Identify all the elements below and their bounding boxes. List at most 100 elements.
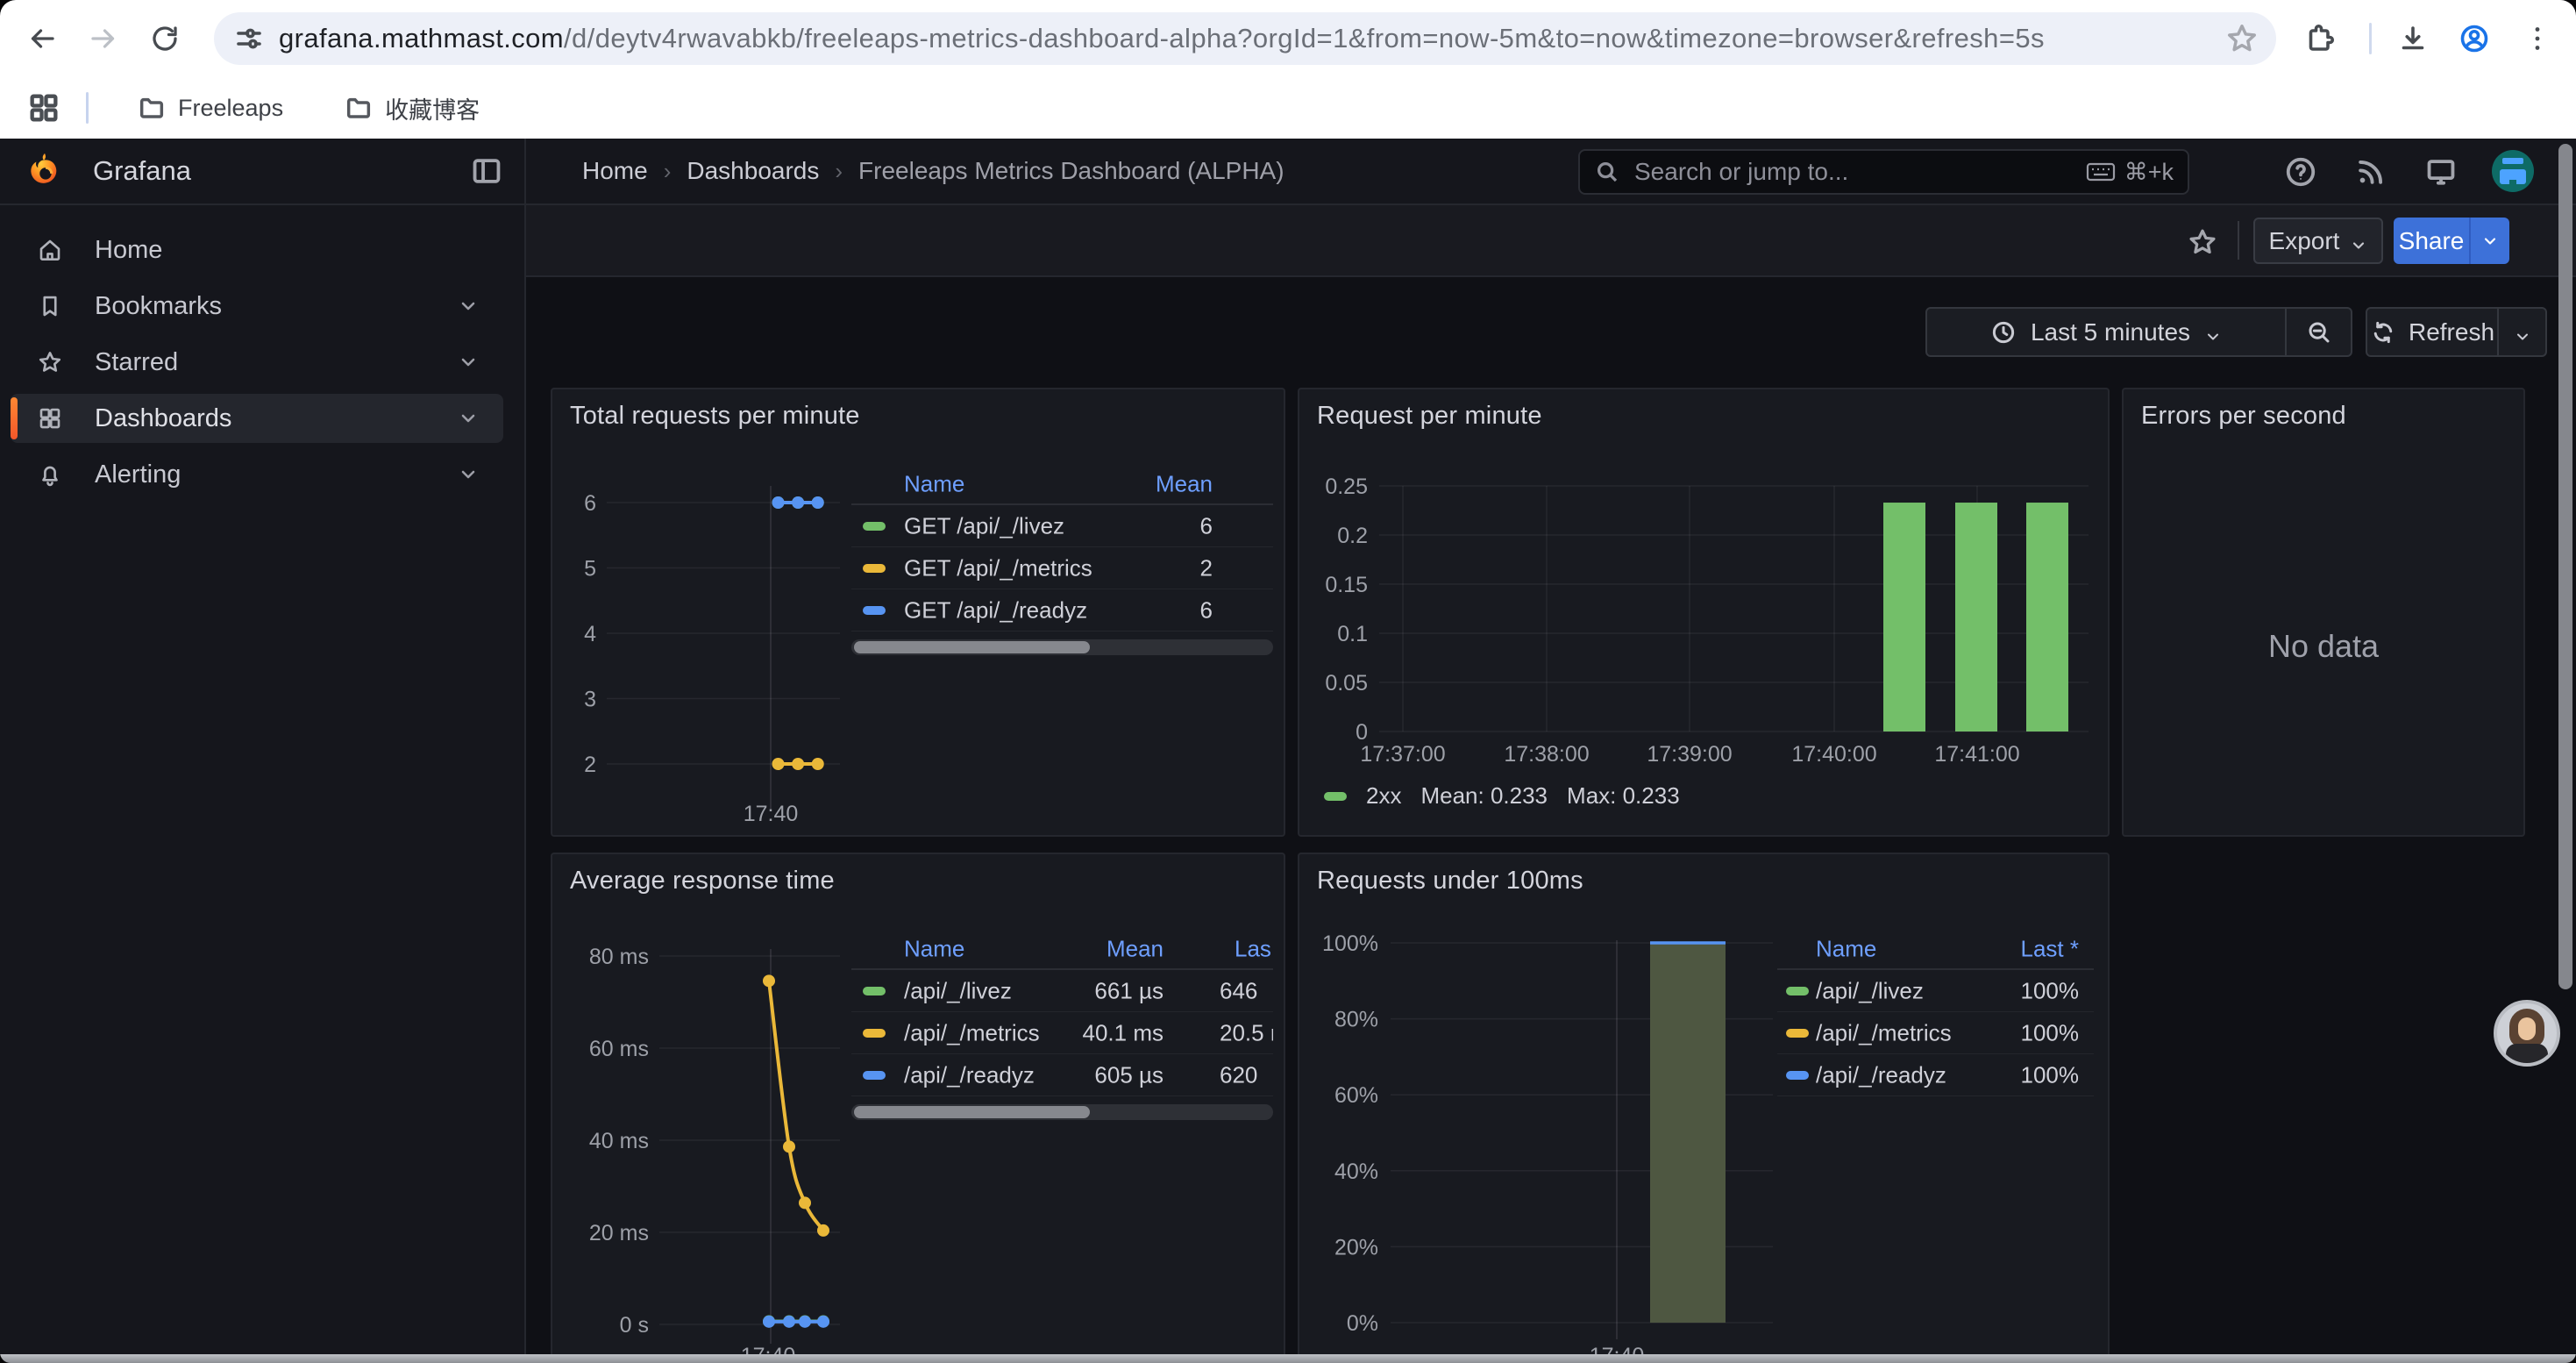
series-name[interactable]: /api/_/metrics xyxy=(904,1019,1040,1046)
legend-row[interactable]: GET /api/_/livez6 xyxy=(851,505,1273,547)
bookmark-folder-blogs[interactable]: 收藏博客 xyxy=(332,84,492,132)
panel-title[interactable]: Total requests per minute xyxy=(570,402,860,431)
line-chart[interactable]: 80 ms60 ms40 ms20 ms0 s17:40 xyxy=(570,931,850,1354)
chevron-down-icon[interactable] xyxy=(458,408,479,429)
legend-column-header[interactable]: Name xyxy=(1816,936,1876,963)
favorite-dashboard-button[interactable] xyxy=(2187,226,2218,258)
legend-row[interactable]: GET /api/_/metrics2 xyxy=(851,547,1273,589)
legend-column-header[interactable]: Name xyxy=(904,936,964,963)
screen: grafana.mathmast.com/d/deytv4rwavabkb/fr… xyxy=(0,0,2576,1363)
display-button[interactable] xyxy=(2422,153,2460,191)
arrow-left-icon xyxy=(26,23,58,54)
legend-row[interactable]: /api/_/readyz100% xyxy=(1777,1054,2094,1096)
series-name[interactable]: /api/_/metrics xyxy=(1816,1019,1952,1046)
area-chart[interactable]: 100%80%60%40%20%0%17:40 xyxy=(1317,931,1825,1354)
refresh-interval-button[interactable] xyxy=(2499,307,2547,357)
share-button[interactable]: Share xyxy=(2394,218,2469,264)
site-settings-icon[interactable] xyxy=(233,23,265,54)
monitor-icon xyxy=(2424,155,2458,189)
grafana-logo[interactable] xyxy=(25,151,65,191)
search-input[interactable]: ⌘+k xyxy=(1578,149,2189,195)
refresh-icon xyxy=(2370,319,2396,346)
collapse-sidebar-button[interactable] xyxy=(470,154,503,188)
legend-row[interactable]: /api/_/metrics40.1 ms20.5 r xyxy=(851,1012,1273,1054)
panel-title[interactable]: Errors per second xyxy=(2141,402,2346,431)
help-button[interactable] xyxy=(2281,153,2320,191)
panel-total-requests-per-minute: Total requests per minute 6543217:40 Nam… xyxy=(551,388,1285,837)
export-button[interactable]: Export xyxy=(2253,218,2383,264)
legend-column-header[interactable]: Las xyxy=(1235,936,1271,963)
series-name[interactable]: /api/_/livez xyxy=(904,977,1012,1004)
series-value: 100% xyxy=(2021,977,2080,1004)
svg-text:17:39:00: 17:39:00 xyxy=(1647,742,1732,767)
panel-average-response-time: Average response time 80 ms60 ms40 ms20 … xyxy=(551,853,1285,1354)
page-scrollbar[interactable] xyxy=(2558,144,2572,989)
browser-menu-button[interactable] xyxy=(2518,19,2557,58)
series-name[interactable]: GET /api/_/livez xyxy=(904,512,1064,539)
svg-text:0.15: 0.15 xyxy=(1325,573,1368,597)
series-name[interactable]: /api/_/readyz xyxy=(1816,1061,1946,1088)
bookmark-star-icon[interactable] xyxy=(2225,22,2259,55)
time-range-picker[interactable]: Last 5 minutes xyxy=(1925,307,2287,357)
news-button[interactable] xyxy=(2352,153,2390,191)
series-mean: Mean: 0.233 xyxy=(1420,782,1548,810)
series-name[interactable]: /api/_/livez xyxy=(1816,977,1924,1004)
chevron-down-icon[interactable] xyxy=(458,296,479,317)
sidebar-item-label: Bookmarks xyxy=(95,292,222,321)
legend-row[interactable]: GET /api/_/readyz6 xyxy=(851,589,1273,632)
legend-horizontal-scrollbar[interactable] xyxy=(851,639,1273,655)
floating-assistant-avatar[interactable] xyxy=(2494,1000,2560,1067)
chevron-down-icon[interactable] xyxy=(458,464,479,485)
folder-icon xyxy=(345,94,373,122)
svg-text:20%: 20% xyxy=(1334,1235,1378,1260)
legend-column-header[interactable]: Mean xyxy=(1156,471,1213,498)
reload-icon xyxy=(149,23,181,54)
legend-row[interactable]: /api/_/readyz605 µs620 xyxy=(851,1054,1273,1096)
legend-row[interactable]: /api/_/metrics100% xyxy=(1777,1012,2094,1054)
line-chart[interactable]: 6543217:40 xyxy=(570,467,850,831)
bar-chart[interactable]: 0.250.20.150.10.05017:37:0017:38:0017:39… xyxy=(1313,467,2097,826)
forward-button[interactable] xyxy=(81,16,126,61)
reload-button[interactable] xyxy=(142,16,188,61)
share-menu-button[interactable] xyxy=(2469,218,2509,264)
breadcrumb-home[interactable]: Home xyxy=(582,157,648,185)
sidebar-item-bookmarks[interactable]: Bookmarks xyxy=(11,282,503,331)
legend-column-header[interactable]: Mean xyxy=(1107,936,1163,963)
legend-column-header[interactable]: Last * xyxy=(2021,936,2080,963)
apps-grid-button[interactable] xyxy=(26,90,61,125)
scrollbar-thumb[interactable] xyxy=(854,1106,1090,1118)
sidebar-item-home[interactable]: Home xyxy=(11,225,503,275)
legend-table: Name Mean Las/api/_/livez661 µs646/api/_/m… xyxy=(851,930,1273,1120)
sidebar-item-alerting[interactable]: Alerting xyxy=(11,450,503,499)
legend-column-header[interactable]: Name xyxy=(904,471,964,498)
legend-row[interactable]: /api/_/livez661 µs646 xyxy=(851,970,1273,1012)
breadcrumb-dashboards[interactable]: Dashboards xyxy=(687,157,819,185)
sidebar-item-starred[interactable]: Starred xyxy=(11,338,503,387)
panel-title[interactable]: Request per minute xyxy=(1317,402,1542,431)
profile-button[interactable] xyxy=(2455,19,2494,58)
scrollbar-thumb[interactable] xyxy=(854,641,1090,653)
downloads-button[interactable] xyxy=(2394,19,2432,58)
series-name[interactable]: GET /api/_/readyz xyxy=(904,596,1087,624)
series-name[interactable]: /api/_/readyz xyxy=(904,1061,1035,1088)
series-name[interactable]: GET /api/_/metrics xyxy=(904,554,1092,582)
svg-text:17:41:00: 17:41:00 xyxy=(1934,742,2019,767)
user-avatar[interactable] xyxy=(2492,150,2534,192)
legend-row[interactable]: /api/_/livez 100% xyxy=(1777,970,2094,1012)
legend-horizontal-scrollbar[interactable] xyxy=(851,1104,1273,1120)
svg-text:60%: 60% xyxy=(1334,1083,1378,1108)
series-name[interactable]: 2xx xyxy=(1366,782,1401,810)
sidebar-item-dashboards[interactable]: Dashboards xyxy=(11,394,503,443)
chevron-down-icon xyxy=(2204,324,2222,341)
back-button[interactable] xyxy=(19,16,65,61)
address-bar[interactable]: grafana.mathmast.com/d/deytv4rwavabkb/fr… xyxy=(214,12,2276,65)
refresh-button[interactable]: Refresh xyxy=(2366,307,2499,357)
zoom-out-time-button[interactable] xyxy=(2287,307,2352,357)
bookmark-folder-freeleaps[interactable]: Freeleaps xyxy=(125,87,295,129)
search-field[interactable] xyxy=(1633,157,2086,187)
panel-title[interactable]: Requests under 100ms xyxy=(1317,867,1583,896)
series-value: 20.5 r xyxy=(1220,1019,1273,1046)
extensions-button[interactable] xyxy=(2301,19,2339,58)
panel-title[interactable]: Average response time xyxy=(570,867,835,896)
chevron-down-icon[interactable] xyxy=(458,352,479,373)
